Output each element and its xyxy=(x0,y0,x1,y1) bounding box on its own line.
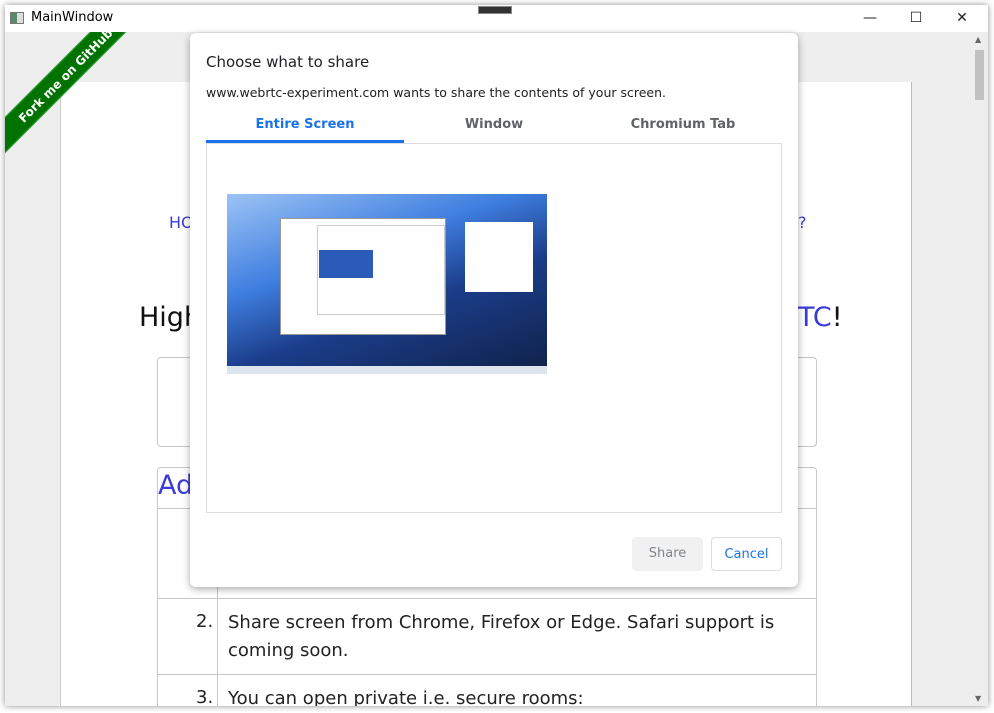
heading-punct: ! xyxy=(831,302,843,333)
tab-window[interactable]: Window xyxy=(395,117,593,143)
tab-entire-screen[interactable]: Entire Screen xyxy=(206,117,404,143)
cancel-button[interactable]: Cancel xyxy=(711,537,782,571)
list-item: 2. Share screen from Chrome, Firefox or … xyxy=(158,598,816,674)
page-heading-end: TC! xyxy=(798,302,843,333)
thumbnail-window xyxy=(280,218,446,335)
thumbnail-window xyxy=(465,222,533,292)
window-title: MainWindow xyxy=(31,10,114,25)
dialog-title: Choose what to share xyxy=(206,53,370,71)
scroll-up-icon[interactable]: ▲ xyxy=(975,35,981,44)
thumbnail-taskbar xyxy=(227,366,547,374)
source-panel xyxy=(206,143,782,513)
list-item: 3. You can open private i.e. secure room… xyxy=(158,674,816,706)
nav-link[interactable]: ? xyxy=(798,213,807,232)
tab-bar: Entire Screen Window Chromium Tab xyxy=(206,117,782,143)
item-number: 3. xyxy=(196,687,214,706)
screen-thumbnail[interactable] xyxy=(227,194,547,374)
section-title: Ad xyxy=(158,470,194,501)
heading-link[interactable]: TC xyxy=(798,302,832,333)
maximize-button[interactable]: ☐ xyxy=(893,5,939,32)
close-button[interactable]: ✕ xyxy=(939,5,985,32)
minimize-button[interactable]: — xyxy=(847,5,893,32)
drag-handle[interactable] xyxy=(478,6,512,14)
scroll-thumb[interactable] xyxy=(975,50,984,100)
item-number: 2. xyxy=(196,611,214,632)
tab-chromium-tab[interactable]: Chromium Tab xyxy=(584,117,782,143)
item-text: You can open private i.e. secure rooms: xyxy=(228,688,584,706)
dialog-subtitle: www.webrtc-experiment.com wants to share… xyxy=(206,85,667,100)
share-dialog: Choose what to share www.webrtc-experime… xyxy=(190,33,798,587)
vertical-scrollbar[interactable]: ▲ ▼ xyxy=(971,32,988,706)
scroll-down-icon[interactable]: ▼ xyxy=(975,694,981,703)
item-text: Share screen from Chrome, Firefox or Edg… xyxy=(228,612,775,661)
app-icon xyxy=(10,12,24,24)
share-button[interactable]: Share xyxy=(632,537,703,571)
